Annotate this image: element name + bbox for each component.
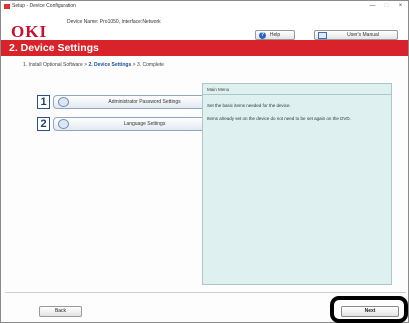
device-name: Device Name: Pro1050, Interface:Network [67,19,161,25]
minimize-button[interactable]: — [366,1,379,12]
help-icon: ? [259,32,266,39]
footer-divider [5,292,406,293]
setup-window: Setup - Device Configuration — □ × OKI D… [0,0,409,323]
menu-label-1: Administrator Password Settings [108,99,181,105]
app-icon [4,4,10,9]
users-manual-label: User's Manual [347,32,379,38]
title-bar: Setup - Device Configuration — □ × [1,1,408,12]
menu-number-2: 2 [37,117,50,131]
info-text-2: Items already set on the device do not n… [207,116,351,121]
window-title: Setup - Device Configuration [12,3,76,9]
breadcrumb-step-1: 1. Install Optional Software > [23,62,88,68]
back-button[interactable]: Back [39,306,82,317]
admin-password-settings-button[interactable]: Administrator Password Settings [53,95,218,109]
breadcrumb: 1. Install Optional Software > 2. Device… [23,62,164,69]
info-text-1: Set the basic items needed for the devic… [207,103,291,108]
close-button[interactable]: × [394,1,407,12]
breadcrumb-step-3: > 3. Complete [132,62,164,68]
help-button[interactable]: ? Help [255,30,295,40]
next-button[interactable]: Next [341,306,399,317]
header: OKI Device Name: Pro1050, Interface:Netw… [1,12,408,41]
globe-icon [58,119,69,129]
info-title: Main Menu [207,87,230,92]
language-settings-button[interactable]: Language Settings [53,117,218,131]
info-panel: Main Menu Set the basic items needed for… [202,83,392,285]
users-manual-button[interactable]: User's Manual [314,30,398,40]
section-banner: 2. Device Settings [1,40,408,56]
help-label: Help [269,32,281,38]
lock-icon [58,97,69,107]
info-divider [203,94,391,95]
manual-icon [318,32,327,39]
menu-number-1: 1 [37,95,50,109]
oki-logo: OKI [11,22,48,41]
maximize-button[interactable]: □ [380,1,393,12]
breadcrumb-step-2: 2. Device Settings [88,62,132,68]
menu-label-2: Language Settings [123,121,166,127]
page-title: 2. Device Settings [9,42,99,54]
